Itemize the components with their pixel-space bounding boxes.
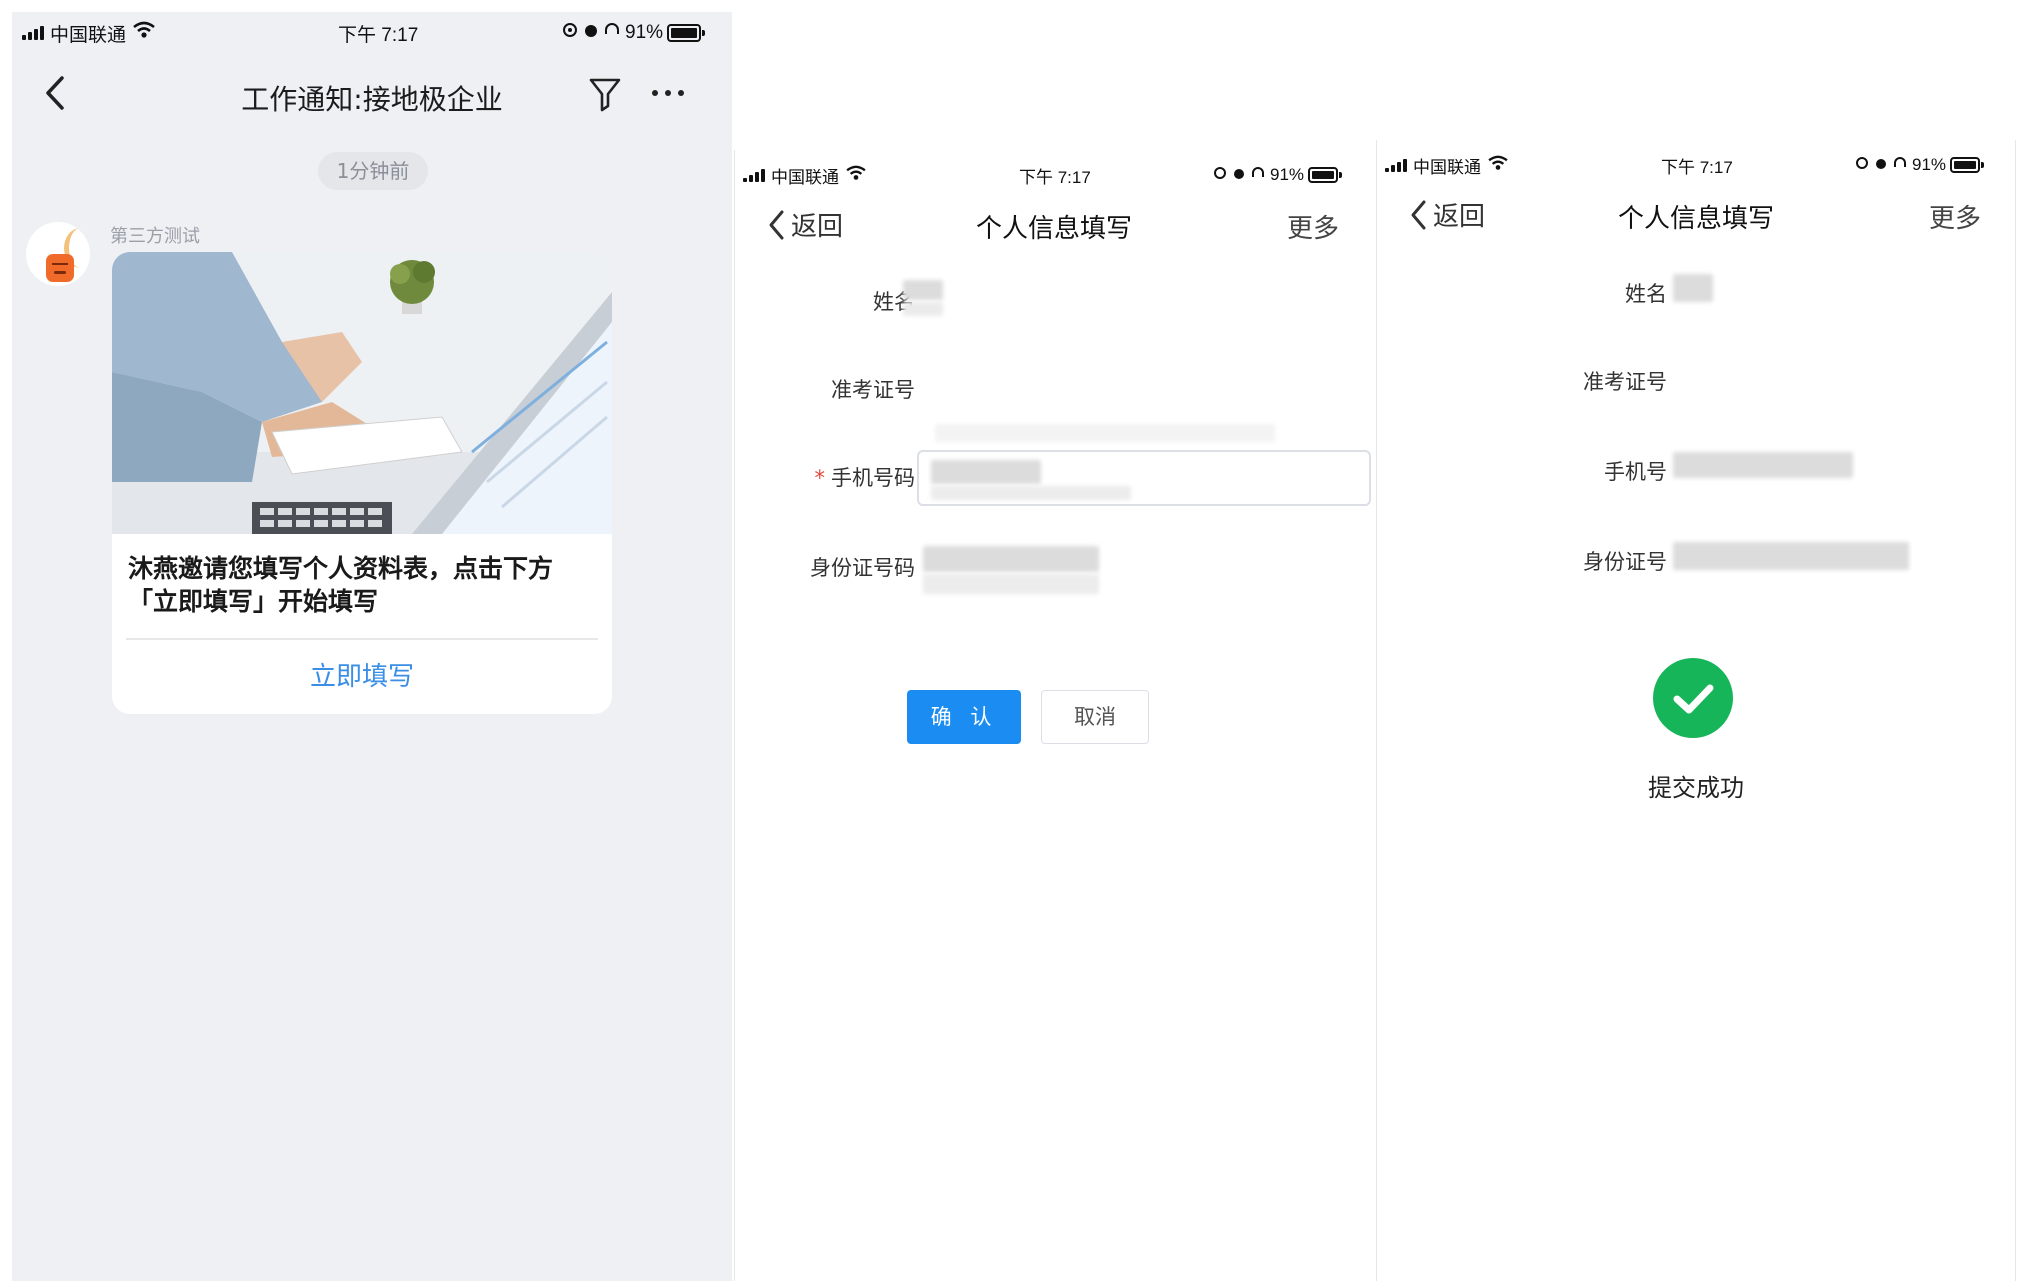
card-message: 沐燕邀请您填写个人资料表，点击下方「立即填写」开始填写 <box>128 554 554 616</box>
success-screen: 中国联通 下午 7:17 91% 返回 个人信息填写 更多 姓名 准考证号 手机… <box>1376 140 2016 1281</box>
battery-icon <box>667 24 706 42</box>
battery-percent: 91% <box>1270 165 1305 184</box>
filter-icon[interactable] <box>588 76 622 116</box>
alarm-icon <box>1874 155 1888 175</box>
field-label-exam-id: 准考证号 <box>831 378 915 402</box>
more-button[interactable]: 更多 <box>1287 208 1339 245</box>
field-label-phone: * 手机号码 <box>755 462 916 492</box>
success-header: 返回 个人信息填写 更多 <box>1377 192 2015 252</box>
location-icon <box>1213 165 1227 185</box>
id-card-value[interactable] <box>923 546 1099 572</box>
message-card[interactable]: 沐燕邀请您填写个人资料表，点击下方「立即填写」开始填写 立即填写 <box>112 252 612 714</box>
field-label-name: 姓名 <box>873 290 915 314</box>
headphone-icon <box>604 22 620 44</box>
battery-percent: 91% <box>1912 155 1947 174</box>
signal-icon <box>1385 158 1407 172</box>
name-value <box>1673 274 1713 302</box>
field-label-exam-id: 准考证号 <box>1583 370 1667 394</box>
status-time: 下午 7:17 <box>1019 167 1091 187</box>
wifi-icon <box>845 165 867 186</box>
cancel-button[interactable]: 取消 <box>1041 690 1149 744</box>
battery-percent: 91% <box>625 22 664 43</box>
status-time: 下午 7:17 <box>1661 157 1733 177</box>
signal-icon <box>743 168 765 182</box>
chat-header: 工作通知:接地极企业 <box>12 62 732 132</box>
chat-screen: 中国联通 下午 7:17 91% 工作通知:接地极企业 1分钟前 第三方测试 沐… <box>12 12 732 1281</box>
field-label-id-card: 身份证号码 <box>810 556 915 580</box>
id-card-value-blur <box>923 574 1099 594</box>
status-bar: 中国联通 下午 7:17 91% <box>743 162 1363 188</box>
carrier-label: 中国联通 <box>50 24 127 46</box>
fill-now-button[interactable]: 立即填写 <box>112 656 612 693</box>
wifi-icon <box>132 21 156 45</box>
name-value-blur <box>903 302 943 316</box>
signal-icon <box>22 26 44 40</box>
phone-label-text: 手机号码 <box>831 466 915 490</box>
required-mark: * <box>814 466 826 490</box>
field-label-id-card: 身份证号 <box>1583 550 1667 574</box>
alarm-icon <box>1232 165 1246 185</box>
field-label-phone: 手机号 <box>1604 460 1667 484</box>
timestamp-pill: 1分钟前 <box>318 152 428 190</box>
more-icon[interactable] <box>652 90 684 96</box>
page-title: 个人信息填写 <box>975 214 1132 244</box>
carrier-label: 中国联通 <box>771 167 839 187</box>
status-bar: 中国联通 下午 7:17 91% <box>1385 152 2005 178</box>
card-divider <box>126 638 598 640</box>
location-icon <box>1855 155 1869 175</box>
field-label-name: 姓名 <box>1625 282 1667 306</box>
card-image <box>112 252 612 534</box>
status-bar: 中国联通 下午 7:17 91% <box>22 18 722 48</box>
avatar[interactable] <box>26 222 90 286</box>
sender-name: 第三方测试 <box>110 226 200 247</box>
headphone-icon <box>1251 165 1265 185</box>
name-value[interactable] <box>903 280 943 300</box>
page-title: 个人信息填写 <box>1617 204 1774 234</box>
check-circle-icon <box>1653 658 1733 738</box>
exam-id-value[interactable] <box>935 424 1275 442</box>
phone-value-blur <box>931 486 1131 500</box>
success-message: 提交成功 <box>1648 774 1744 802</box>
more-button[interactable]: 更多 <box>1929 198 1981 235</box>
headphone-icon <box>1893 155 1907 175</box>
battery-icon <box>1950 157 1985 173</box>
phone-value <box>1673 452 1853 478</box>
carrier-label: 中国联通 <box>1413 157 1481 177</box>
id-card-value <box>1673 542 1909 570</box>
chat-title: 工作通知:接地极企业 <box>241 83 503 116</box>
battery-icon <box>1308 167 1343 183</box>
alarm-icon <box>583 22 599 44</box>
confirm-button[interactable]: 确 认 <box>907 690 1021 744</box>
location-icon <box>562 22 578 44</box>
status-time: 下午 7:17 <box>338 24 419 46</box>
phone-value <box>931 460 1041 484</box>
form-header: 返回 个人信息填写 更多 <box>735 202 1373 262</box>
form-screen: 中国联通 下午 7:17 91% 返回 个人信息填写 更多 姓名 准考证号 * 手… <box>734 150 1373 1281</box>
wifi-icon <box>1487 155 1509 176</box>
